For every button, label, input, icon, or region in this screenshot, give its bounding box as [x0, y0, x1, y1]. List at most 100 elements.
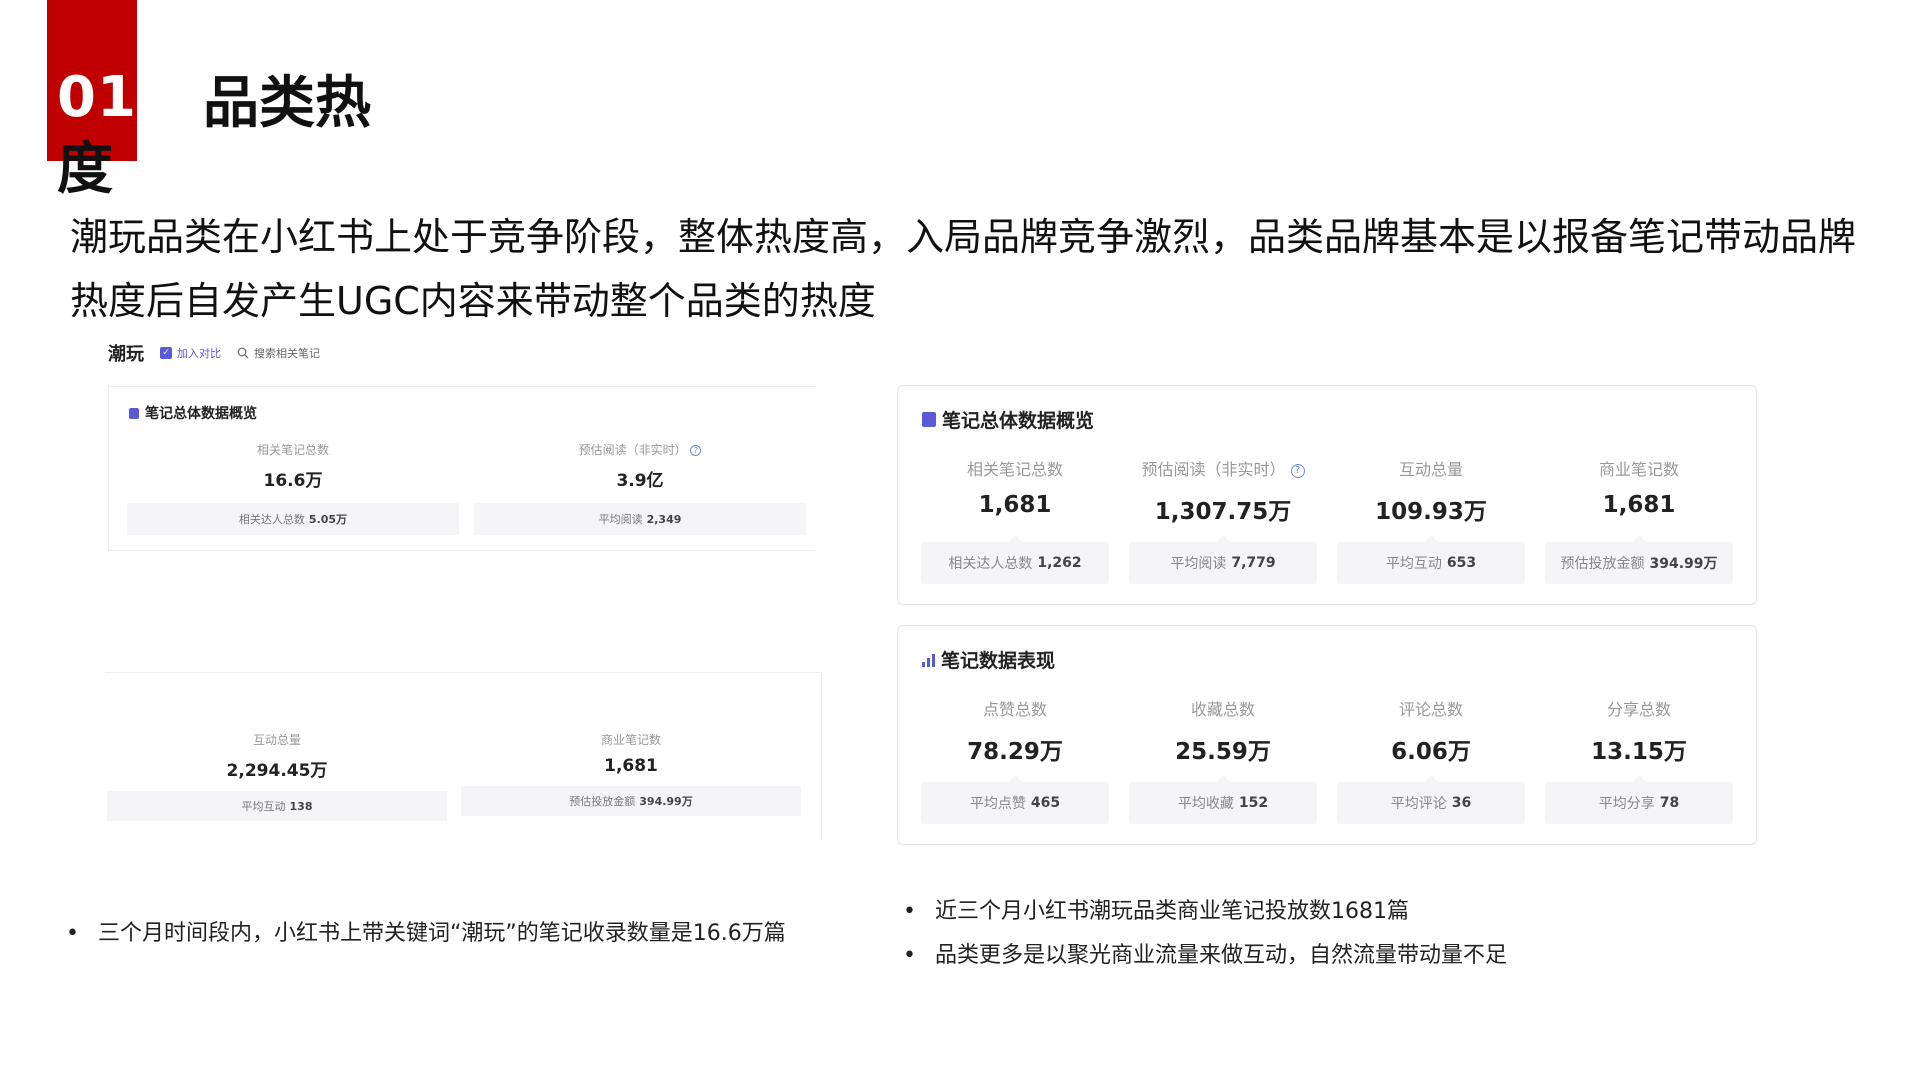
metric-sub-label: 预估投放金额 [1560, 556, 1645, 572]
square-icon [922, 412, 936, 427]
right-overview-title-text: 笔记总体数据概览 [942, 410, 1095, 432]
right-performance-title-text: 笔记数据表现 [941, 650, 1056, 672]
metric-label: 互动总量 [252, 733, 301, 747]
metric-label: 商业笔记数 [600, 733, 661, 747]
performance-metric-collects: 收藏总数 25.59万 平均收藏 152 [1129, 696, 1317, 824]
metric-sub-label: 平均分享 [1598, 796, 1655, 812]
bar-chart-icon [922, 653, 935, 667]
metric-label: 收藏总数 [1190, 700, 1255, 719]
metric-value: 1,681 [978, 492, 1052, 518]
metric-value: 6.06万 [1391, 739, 1471, 765]
metric-sub-label: 平均点赞 [969, 796, 1026, 812]
category-name: 潮玩 [108, 344, 144, 365]
overview-metric-interactions: 互动总量 109.93万 平均互动 653 [1337, 456, 1525, 584]
metric-label-text: 预估阅读（非实时） [1141, 460, 1286, 479]
checkbox-icon: ✓ [160, 347, 172, 359]
metric-sub-label: 平均阅读 [1170, 556, 1227, 572]
bullet-item: 三个月时间段内，小红书上带关键词“潮玩”的笔记收录数量是16.6万篇 [66, 912, 786, 956]
left-bullet-list: 三个月时间段内，小红书上带关键词“潮玩”的笔记收录数量是16.6万篇 [66, 912, 786, 956]
metric-sub-value: 138 [289, 799, 313, 813]
left-metric-interactions: 互动总量 2,294.45万 平均互动 138 [107, 731, 447, 821]
metric-value: 1,307.75万 [1154, 499, 1292, 525]
metric-sub-value: 5.05万 [308, 513, 348, 526]
performance-metric-likes: 点赞总数 78.29万 平均点赞 465 [921, 696, 1109, 824]
metric-sub-value: 394.99万 [639, 795, 693, 808]
right-bullet-list: 近三个月小红书潮玩品类商业笔记投放数1681篇 品类更多是以聚光商业流量来做互动… [903, 890, 1507, 978]
metric-sub-value: 653 [1446, 555, 1477, 571]
overview-metric-reads: 预估阅读（非实时） ? 1,307.75万 平均阅读 7,779 [1129, 456, 1317, 584]
metric-sub-value: 394.99万 [1649, 556, 1718, 572]
metric-sub: 相关达人总数 1,262 [921, 535, 1109, 584]
left-metric-commercial: 商业笔记数 1,681 预估投放金额 394.99万 [461, 731, 801, 816]
right-overview-title: 笔记总体数据概览 [922, 406, 1094, 433]
metric-sub-label: 相关达人总数 [238, 513, 305, 526]
search-icon [237, 347, 249, 359]
metric-sub: 平均评论 36 [1337, 775, 1525, 824]
metric-sub: 平均点赞 465 [921, 775, 1109, 824]
metric-sub: 平均分享 78 [1545, 775, 1733, 824]
bullet-item: 品类更多是以聚光商业流量来做互动，自然流量带动量不足 [903, 934, 1507, 978]
metric-label: 互动总量 [1398, 460, 1463, 479]
metric-label: 相关笔记总数 [966, 460, 1063, 479]
left-overview-panel: 笔记总体数据概览 相关笔记总数 16.6万 相关达人总数 5.05万 预估阅读（非… [108, 386, 815, 551]
metric-sub: 平均阅读 7,779 [1129, 535, 1317, 584]
metric-sub: 平均互动 138 [107, 791, 447, 821]
metric-value: 13.15万 [1591, 739, 1687, 765]
metric-value: 1,681 [1602, 492, 1676, 518]
metric-sub-value: 7,779 [1231, 555, 1276, 571]
overview-metric-notes: 相关笔记总数 1,681 相关达人总数 1,262 [921, 456, 1109, 584]
right-performance-panel: 笔记数据表现 点赞总数 78.29万 平均点赞 465 收藏总数 25.59万 平… [897, 625, 1757, 845]
metric-label-text: 预估阅读（非实时） [578, 443, 687, 457]
intro-paragraph: 潮玩品类在小红书上处于竞争阶段，整体热度高，入局品牌竞争激烈，品类品牌基本是以报… [70, 215, 1857, 323]
search-notes-link[interactable]: 搜索相关笔记 [237, 345, 320, 361]
metric-sub: 平均阅读 2,349 [474, 503, 806, 535]
metric-sub-value: 1,262 [1037, 555, 1082, 571]
metric-sub-label: 平均阅读 [598, 513, 643, 526]
metric-sub-label: 平均收藏 [1177, 796, 1234, 812]
left-interaction-panel: 互动总量 2,294.45万 平均互动 138 商业笔记数 1,681 预估投放金… [105, 672, 822, 840]
left-overview-title: 笔记总体数据概览 [129, 403, 257, 423]
help-icon[interactable]: ? [690, 445, 702, 456]
right-performance-title: 笔记数据表现 [922, 646, 1055, 673]
section-title-wrap: 度 [57, 137, 113, 202]
metric-label: 点赞总数 [982, 700, 1047, 719]
metric-sub: 平均互动 653 [1337, 535, 1525, 584]
metric-value: 3.9亿 [616, 471, 664, 491]
metric-sub-value: 152 [1238, 795, 1269, 811]
metric-label: 预估阅读（非实时） ? [474, 441, 806, 458]
add-compare-label: 加入对比 [177, 347, 221, 360]
metric-sub-label: 预估投放金额 [569, 795, 636, 808]
metric-sub: 预估投放金额 394.99万 [461, 786, 801, 816]
metric-label: 商业笔记数 [1598, 460, 1679, 479]
metric-value: 78.29万 [967, 739, 1063, 765]
metric-sub-value: 36 [1451, 795, 1472, 811]
left-overview-title-text: 笔记总体数据概览 [145, 406, 257, 422]
metric-sub: 预估投放金额 394.99万 [1545, 535, 1733, 584]
metric-label: 分享总数 [1606, 700, 1671, 719]
performance-metric-comments: 评论总数 6.06万 平均评论 36 [1337, 696, 1525, 824]
metric-sub-value: 2,349 [646, 512, 682, 526]
add-compare-checkbox[interactable]: ✓ 加入对比 [160, 345, 221, 361]
metric-value: 25.59万 [1175, 739, 1271, 765]
metric-sub: 相关达人总数 5.05万 [127, 503, 459, 535]
search-notes-label: 搜索相关笔记 [254, 347, 320, 360]
right-overview-panel: 笔记总体数据概览 相关笔记总数 1,681 相关达人总数 1,262 预估阅读（非… [897, 385, 1757, 605]
performance-metric-shares: 分享总数 13.15万 平均分享 78 [1545, 696, 1733, 824]
metric-value: 16.6万 [263, 471, 323, 491]
metric-label: 相关笔记总数 [256, 443, 329, 457]
metric-sub-label: 平均评论 [1390, 796, 1447, 812]
square-icon [129, 407, 139, 419]
left-topbar: 潮玩 ✓ 加入对比 搜索相关笔记 [108, 341, 320, 365]
section-title: 品类热 [203, 71, 371, 136]
metric-label: 预估阅读（非实时） ? [1129, 456, 1317, 479]
bullet-item: 近三个月小红书潮玩品类商业笔记投放数1681篇 [903, 890, 1507, 934]
metric-label: 评论总数 [1398, 700, 1463, 719]
metric-sub-value: 465 [1030, 795, 1061, 811]
overview-metric-commercial: 商业笔记数 1,681 预估投放金额 394.99万 [1545, 456, 1733, 584]
metric-sub-label: 相关达人总数 [948, 556, 1033, 572]
metric-sub-label: 平均互动 [241, 800, 286, 813]
help-icon[interactable]: ? [1290, 463, 1305, 478]
left-metric-reads: 预估阅读（非实时） ? 3.9亿 平均阅读 2,349 [474, 441, 806, 535]
metric-sub-label: 平均互动 [1385, 556, 1442, 572]
metric-value: 1,681 [604, 756, 658, 776]
